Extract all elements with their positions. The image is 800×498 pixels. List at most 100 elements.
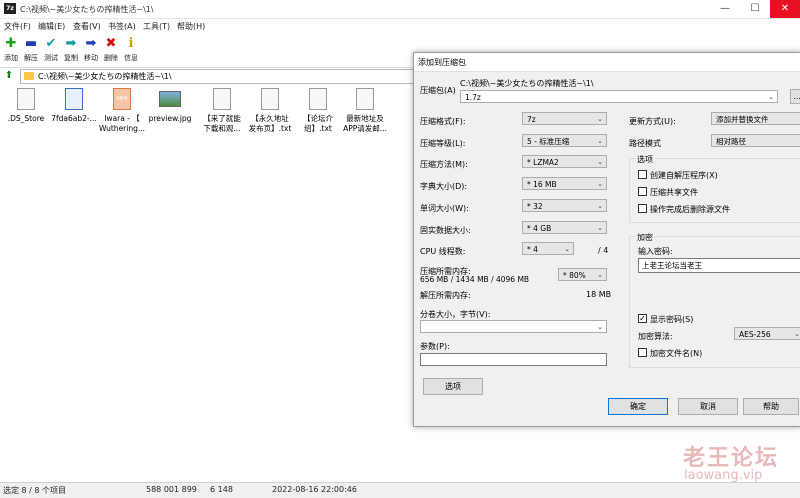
- help-button[interactable]: 帮助: [743, 398, 799, 415]
- format-select[interactable]: 7z ⌄: [522, 112, 607, 125]
- ok-button[interactable]: 确定: [608, 398, 668, 415]
- shared-checkbox[interactable]: [638, 187, 647, 196]
- move-label: 移动: [84, 54, 98, 62]
- text-file-icon: [356, 88, 374, 110]
- delete-label: 删除: [104, 54, 118, 62]
- status-modified: 2022-08-16 22:00:46: [272, 485, 357, 494]
- menu-bar: 文件(F) 编辑(E) 查看(V) 书签(A) 工具(T) 帮助(H): [0, 19, 800, 33]
- test-button[interactable]: ✔ 测试: [41, 34, 61, 66]
- level-label: 压缩等级(L):: [420, 139, 466, 148]
- method-select[interactable]: * LZMA2 ⌄: [522, 155, 607, 168]
- jpg-file-icon: [159, 91, 181, 107]
- cancel-button[interactable]: 取消: [678, 398, 738, 415]
- password-input[interactable]: 上老王论坛当老王: [638, 258, 800, 273]
- delete-icon: ✖: [105, 36, 117, 51]
- pathmode-select[interactable]: 相对路径: [711, 134, 800, 147]
- close-button[interactable]: ✕: [770, 0, 800, 18]
- params-label: 参数(P):: [420, 342, 450, 351]
- chevron-down-icon: ⌄: [597, 271, 603, 279]
- mem-comp-detail: 656 MB / 1434 MB / 4096 MB: [420, 275, 530, 284]
- file-name: preview.jpg: [148, 114, 192, 123]
- minimize-button[interactable]: —: [710, 0, 740, 18]
- archive-name-value: 1.7z: [465, 93, 481, 102]
- level-select[interactable]: 5 - 标准压缩 ⌄: [522, 134, 607, 147]
- file-name: .DS_Store: [7, 114, 45, 123]
- info-button[interactable]: ℹ 信息: [121, 34, 141, 66]
- split-select[interactable]: ⌄: [420, 320, 607, 333]
- menu-tools[interactable]: 工具(T): [143, 21, 170, 32]
- browse-button[interactable]: ...: [790, 89, 800, 104]
- file-name-line1: 【来了就能: [203, 114, 241, 123]
- image-file-icon: [65, 88, 83, 110]
- dict-select[interactable]: * 16 MB ⌄: [522, 177, 607, 190]
- copy-button[interactable]: ➡ 复制: [61, 34, 81, 66]
- extract-icon: ▬: [24, 36, 38, 51]
- update-select[interactable]: 添加并替换文件: [711, 112, 800, 125]
- menu-bookmarks[interactable]: 书签(A): [108, 21, 136, 32]
- file-item[interactable]: 【论坛介 绍】.txt: [292, 85, 344, 145]
- maximize-button[interactable]: ☐: [740, 0, 770, 18]
- menu-file[interactable]: 文件(F): [4, 21, 31, 32]
- delete-after-checkbox[interactable]: [638, 204, 647, 213]
- window-title: C:\视频\~美少女たちの搾精性活~\1\: [20, 5, 154, 14]
- file-item[interactable]: 【永久地址 发布页】.txt: [244, 85, 296, 145]
- cpu-select[interactable]: * 4 ⌄: [522, 242, 574, 255]
- copy-icon: ➡: [65, 36, 77, 51]
- add-label: 添加: [4, 54, 18, 62]
- extract-button[interactable]: ▬ 解压: [21, 34, 41, 66]
- add-to-archive-dialog: 添加到压缩包 压缩包(A) C:\视频\~美少女たちの搾精性活~\1\ 1.7z…: [413, 52, 800, 427]
- file-item[interactable]: 7fda6ab2-...: [48, 85, 100, 145]
- up-folder-icon[interactable]: ⬆: [3, 70, 15, 82]
- chevron-down-icon: ⌄: [768, 93, 774, 101]
- file-name: 7fda6ab2-...: [51, 114, 97, 123]
- delete-button[interactable]: ✖ 删除: [101, 34, 121, 66]
- pathmode-label: 路径模式: [629, 139, 661, 148]
- encrypt-group-title: 加密: [635, 232, 655, 243]
- mem-percent-value: * 80%: [563, 271, 586, 280]
- info-label: 信息: [124, 54, 138, 62]
- file-name-line1: 最新地址及: [346, 114, 384, 123]
- chevron-down-icon: ⌄: [564, 245, 570, 253]
- dict-value: * 16 MB: [527, 180, 557, 189]
- pathmode-value: 相对路径: [716, 137, 746, 146]
- solid-value: * 4 GB: [527, 224, 552, 233]
- dialog-title: 添加到压缩包: [418, 58, 466, 67]
- title-bar: 7z C:\视频\~美少女たちの搾精性活~\1\ — ☐ ✕: [0, 0, 800, 19]
- archive-name-field[interactable]: 1.7z ⌄: [460, 90, 778, 103]
- file-item[interactable]: MP4 Iwara - 【 Wuthering...: [96, 85, 148, 145]
- add-button[interactable]: ✚ 添加: [1, 34, 21, 66]
- archive-dir: C:\视频\~美少女たちの搾精性活~\1\: [460, 79, 594, 88]
- params-input[interactable]: [420, 353, 607, 366]
- cpu-label: CPU 线程数:: [420, 247, 466, 256]
- options-button[interactable]: 选项: [423, 378, 483, 395]
- file-item[interactable]: 最新地址及 APP请发邮...: [338, 85, 392, 145]
- chevron-down-icon: ⌄: [597, 180, 603, 188]
- format-label: 压缩格式(F):: [420, 117, 466, 126]
- file-item[interactable]: .DS_Store: [0, 85, 52, 145]
- word-select[interactable]: * 32 ⌄: [522, 199, 607, 212]
- enc-method-select[interactable]: AES-256 ⌄: [734, 327, 800, 340]
- solid-label: 固实数据大小:: [420, 226, 471, 235]
- show-password-checkbox[interactable]: ✓: [638, 314, 647, 323]
- encrypt-names-checkbox[interactable]: [638, 348, 647, 357]
- solid-select[interactable]: * 4 GB ⌄: [522, 221, 607, 234]
- add-icon: ✚: [5, 36, 17, 51]
- file-name-line2: APP请发邮...: [343, 124, 387, 133]
- sfx-checkbox[interactable]: [638, 170, 647, 179]
- word-label: 单词大小(W):: [420, 204, 469, 213]
- video-file-icon: MP4: [113, 88, 131, 110]
- mem-percent-select[interactable]: * 80% ⌄: [558, 268, 607, 281]
- chevron-down-icon: ⌄: [597, 137, 603, 145]
- chevron-down-icon: ⌄: [597, 202, 603, 210]
- word-value: * 32: [527, 202, 543, 211]
- menu-help[interactable]: 帮助(H): [177, 21, 205, 32]
- move-button[interactable]: ➡ 移动: [81, 34, 101, 66]
- options-group-title: 选项: [635, 154, 655, 165]
- path-text: C:\视频\~美少女たちの搾精性活~\1\: [38, 72, 172, 81]
- file-item[interactable]: 【来了就能 下载和观...: [196, 85, 248, 145]
- status-bar: 选定 8 / 8 个项目 588 001 899 6 148 2022-08-1…: [0, 482, 800, 498]
- encrypt-names-label: 加密文件名(N): [650, 349, 703, 358]
- menu-edit[interactable]: 编辑(E): [38, 21, 65, 32]
- menu-view[interactable]: 查看(V): [73, 21, 101, 32]
- file-item[interactable]: preview.jpg: [144, 85, 196, 145]
